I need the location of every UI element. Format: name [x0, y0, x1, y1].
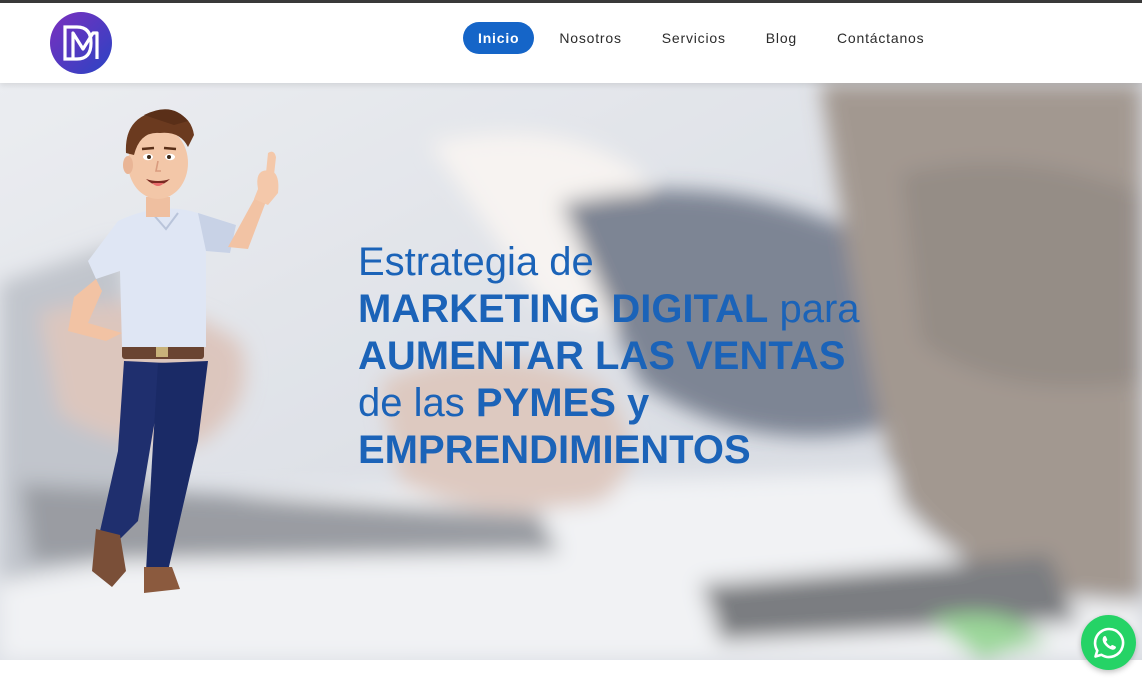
headline-para: para: [768, 287, 860, 331]
dm-logo[interactable]: [49, 11, 113, 75]
hero-section: Estrategia de MARKETING DIGITAL para AUM…: [0, 83, 1142, 660]
headline-pymes: PYMES y: [475, 381, 650, 425]
headline-line-4: de las PYMES y: [358, 380, 958, 427]
headline-marketing-digital: MARKETING DIGITAL: [358, 287, 769, 331]
headline-line-2: MARKETING DIGITAL para: [358, 286, 958, 333]
next-section-start: [0, 660, 1142, 682]
nav-contactanos[interactable]: Contáctanos: [822, 22, 939, 54]
nav-inicio[interactable]: Inicio: [463, 22, 535, 54]
site-header: Inicio Nosotros Servicios Blog Contáctan…: [0, 3, 1142, 83]
whatsapp-button[interactable]: [1081, 615, 1136, 670]
hero-headline: Estrategia de MARKETING DIGITAL para AUM…: [358, 239, 958, 474]
headline-line-3: AUMENTAR LAS VENTAS: [358, 334, 846, 378]
main-nav: Inicio Nosotros Servicios Blog Contáctan…: [463, 22, 949, 54]
nav-blog[interactable]: Blog: [751, 22, 812, 54]
thumbs-up-man-illustration: [68, 109, 279, 593]
headline-de-las: de las: [358, 381, 476, 425]
headline-line-1: Estrategia de: [358, 240, 594, 284]
nav-nosotros[interactable]: Nosotros: [544, 22, 636, 54]
whatsapp-icon: [1093, 627, 1124, 658]
nav-servicios[interactable]: Servicios: [647, 22, 741, 54]
headline-line-5: EMPRENDIMIENTOS: [358, 428, 751, 472]
